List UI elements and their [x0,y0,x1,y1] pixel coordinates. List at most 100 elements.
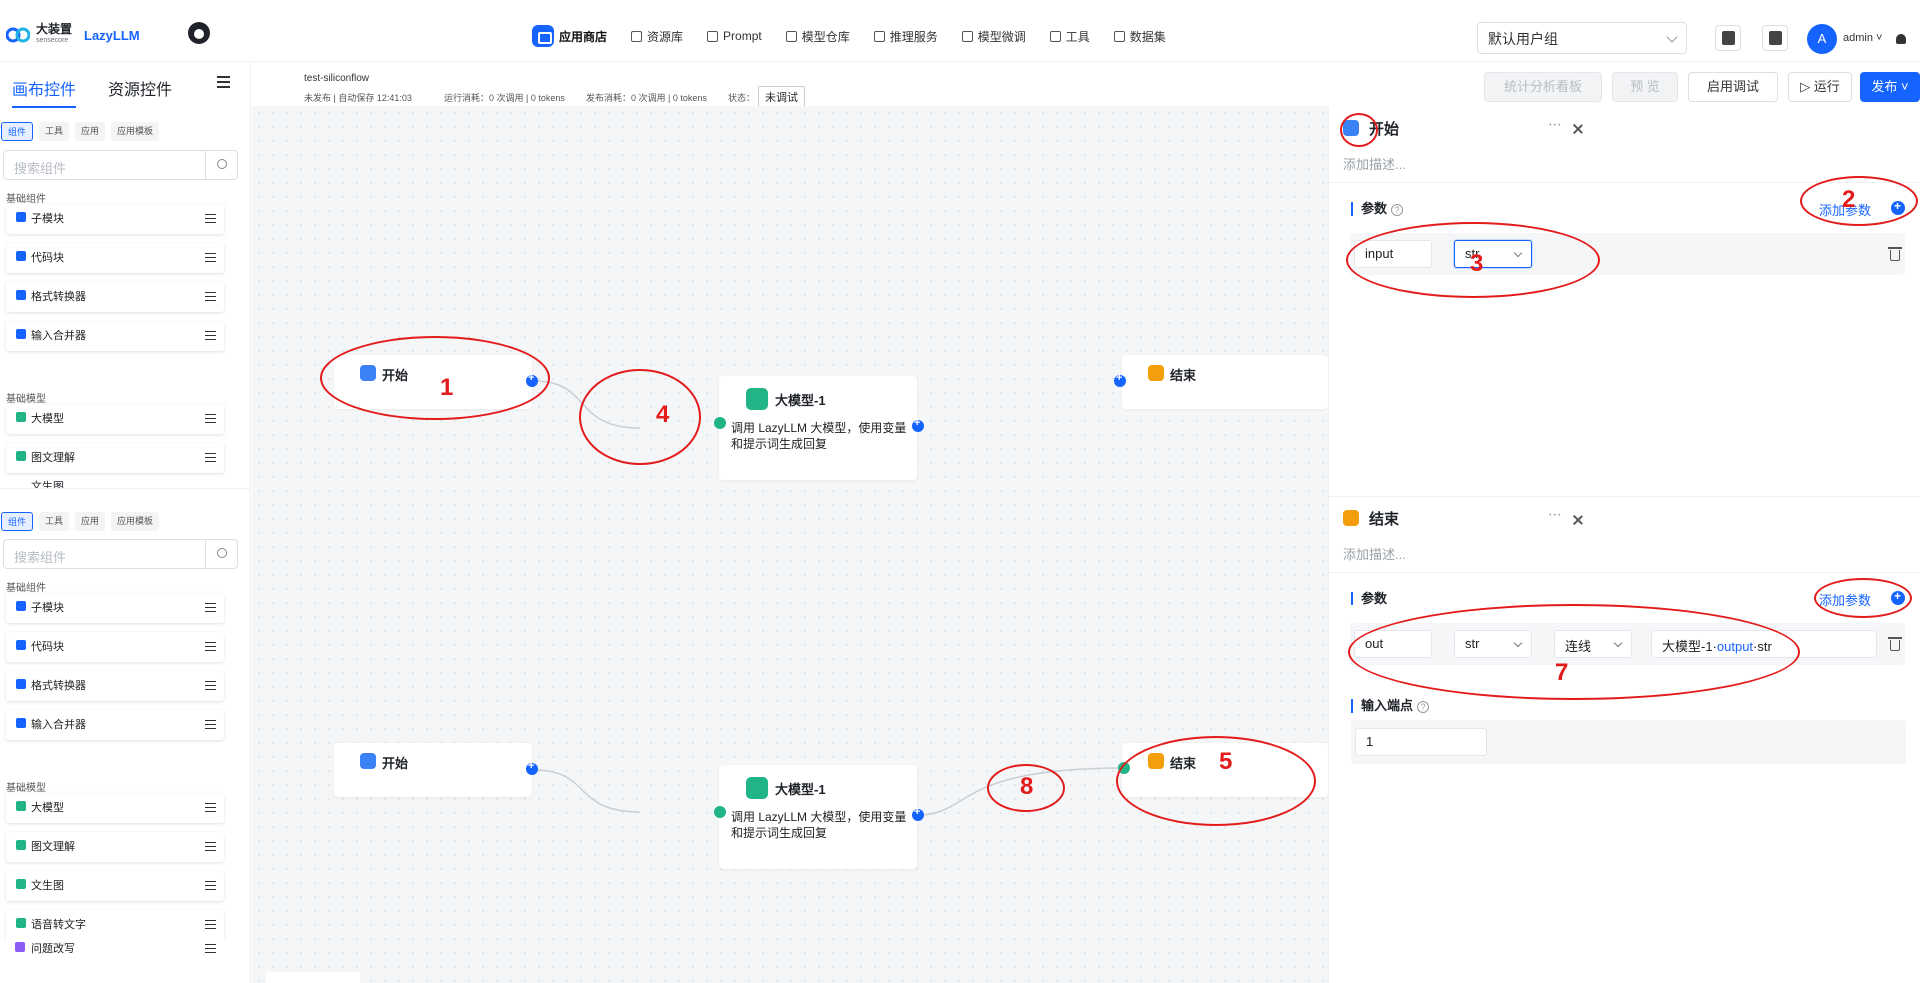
avatar[interactable]: A [1807,24,1837,54]
list-item[interactable]: 图文理解 [6,832,224,862]
tab-resource-controls[interactable]: 资源控件 [108,76,172,108]
chip-tools[interactable]: 工具 [39,122,70,141]
save-status: 未发布 | 自动保存 12:41:03 [304,93,412,103]
llm-node[interactable]: 大模型-1 调用 LazyLLM 大模型，使用变量和提示词生成回复 [719,765,917,869]
chip-app-templates[interactable]: 应用模板 [111,512,160,531]
chip-apps[interactable]: 应用 [75,122,106,141]
drag-handle-icon[interactable] [205,803,216,812]
nav-prompt[interactable]: Prompt [695,24,774,48]
tab-canvas-controls[interactable]: 画布控件 [12,76,77,108]
drag-handle-icon[interactable] [205,881,216,890]
grid-icon [631,30,643,42]
list-item[interactable]: 文生图 [6,871,224,901]
search-icon[interactable] [205,151,237,179]
more-options-icon[interactable]: ⋯ [1548,116,1562,133]
description-input[interactable]: 添加描述... [1343,544,1406,563]
add-port-icon[interactable] [1114,372,1126,387]
add-port-icon[interactable] [912,417,924,432]
list-item[interactable]: 图文理解 [6,443,224,473]
drag-handle-icon[interactable] [205,603,216,612]
drag-handle-icon[interactable] [205,292,216,301]
divider [1329,572,1920,573]
run-button[interactable]: ▷ 运行 [1788,72,1852,102]
user-name-menu[interactable]: admin ˅ [1843,32,1882,44]
preview-button[interactable]: 预 览 [1612,72,1678,102]
drag-handle-icon[interactable] [205,842,216,851]
drag-handle-icon[interactable] [205,453,216,462]
user-group-select[interactable]: 默认用户组 [1477,22,1687,54]
stats-dashboard-button[interactable]: 统计分析看板 [1484,72,1602,102]
close-icon[interactable] [1572,514,1584,526]
list-item[interactable]: 输入合并器 [6,710,224,740]
more-options-icon[interactable]: ⋯ [1548,506,1562,523]
drag-handle-icon[interactable] [205,720,216,729]
chip-components[interactable]: 组件 [1,512,34,531]
publish-button[interactable]: 发布 ˅ [1860,72,1920,102]
list-item[interactable]: 大模型 [6,793,224,823]
nav-resources[interactable]: 资源库 [619,24,695,48]
list-item[interactable]: 格式转换器 [6,282,224,312]
collapse-sidebar-icon[interactable] [217,76,230,88]
list-item[interactable]: 格式转换器 [6,671,224,701]
nav-datasets[interactable]: 数据集 [1102,24,1178,48]
drag-handle-icon[interactable] [205,944,216,953]
brand-name-cn: 大装置 sensecore [36,22,73,44]
search-input[interactable]: 搜索组件 [14,158,66,177]
description-input[interactable]: 添加描述... [1343,154,1406,173]
help-button[interactable] [1715,25,1741,51]
add-port-icon[interactable] [912,806,924,821]
list-item[interactable]: 代码块 [6,632,224,662]
list-item[interactable]: 代码块 [6,243,224,273]
nav-inference[interactable]: 推理服务 [862,24,950,48]
component-search[interactable]: 搜索组件 [3,539,238,569]
close-icon[interactable] [1572,123,1584,135]
list-item[interactable]: 大模型 [6,404,224,434]
connected-port-icon[interactable] [714,417,726,429]
workflow-name: test-siliconflow [304,73,370,84]
delete-icon[interactable] [1888,637,1902,651]
chip-app-templates[interactable]: 应用模板 [111,122,160,141]
monitor-button[interactable] [1762,25,1788,51]
minimap-tab[interactable] [266,972,360,983]
start-node[interactable]: 开始 [334,743,532,797]
brand-logo[interactable]: 大装置 sensecore LazyLLM [5,22,140,46]
nav-model-repo[interactable]: 模型仓库 [774,24,862,48]
drag-handle-icon[interactable] [205,681,216,690]
drag-handle-icon[interactable] [205,642,216,651]
enable-debug-button[interactable]: 启用调试 [1688,72,1778,102]
help-icon[interactable]: ? [1417,701,1430,713]
component-search[interactable]: 搜索组件 [3,150,238,180]
drag-handle-icon[interactable] [205,920,216,929]
drag-handle-icon[interactable] [205,253,216,262]
nav-finetune[interactable]: 模型微调 [950,24,1038,48]
list-item[interactable]: 子模块 [6,204,224,234]
chip-apps[interactable]: 应用 [75,512,106,531]
drag-handle-icon[interactable] [205,214,216,223]
workflow-canvas[interactable]: 开始 大模型-1 调用 LazyLLM 大模型，使用变量和提示词生成回复 结束 … [252,106,1328,983]
list-item[interactable]: 输入合并器 [6,321,224,351]
section-title: 基础组件 [6,583,46,594]
start-config-panel: 开始 添加描述... 参数? 添加参数 [1328,106,1920,496]
drag-handle-icon[interactable] [205,331,216,340]
llm-icon [16,801,26,811]
help-icon[interactable]: ? [1391,204,1404,216]
search-icon[interactable] [205,540,237,568]
list-item[interactable]: 子模块 [6,593,224,623]
connected-port-icon[interactable] [714,806,726,818]
search-input[interactable]: 搜索组件 [14,547,66,566]
github-icon[interactable] [188,22,210,44]
nav-tools[interactable]: 工具 [1038,24,1102,48]
drag-handle-icon[interactable] [205,414,216,423]
input-port-value[interactable]: 1 [1355,728,1487,756]
delete-icon[interactable] [1888,247,1902,261]
add-port-icon[interactable] [526,760,538,775]
llm-node[interactable]: 大模型-1 调用 LazyLLM 大模型，使用变量和提示词生成回复 [719,376,917,480]
chip-components[interactable]: 组件 [1,122,34,141]
end-node[interactable]: 结束 [1122,355,1328,409]
llm-icon [746,388,768,410]
list-item[interactable]: 问题改写 [6,935,224,965]
nav-app-store[interactable]: 应用商店 [520,24,619,48]
chip-tools[interactable]: 工具 [39,512,70,531]
merger-icon [16,329,26,339]
bell-icon[interactable] [1896,34,1906,44]
